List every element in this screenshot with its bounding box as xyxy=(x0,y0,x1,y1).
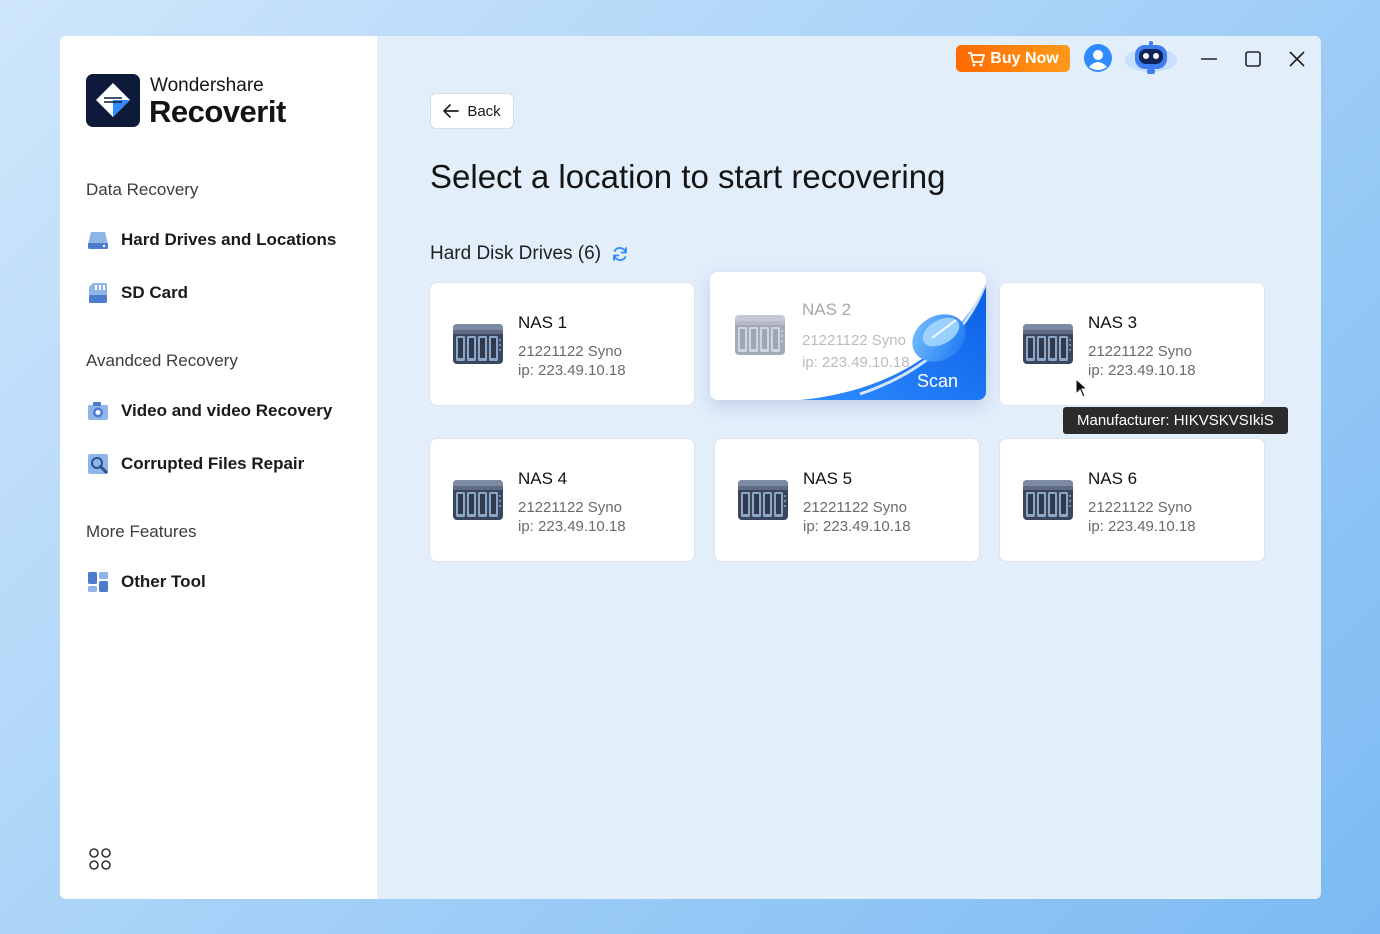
close-icon[interactable] xyxy=(1284,46,1310,72)
maximize-icon[interactable] xyxy=(1240,46,1266,72)
sidebar-item-label: Corrupted Files Repair xyxy=(121,454,305,473)
device-model: 21221122 Syno xyxy=(518,499,622,516)
back-label: Back xyxy=(467,102,501,120)
device-ip: ip: 223.49.10.18 xyxy=(1088,362,1196,379)
sd-card-icon xyxy=(86,281,110,305)
back-button[interactable]: Back xyxy=(430,93,514,129)
recoverit-logo-icon xyxy=(86,74,140,127)
sidebar-item-label: Hard Drives and Locations xyxy=(121,230,337,249)
nas-drive-icon xyxy=(1022,477,1074,523)
nas-drive-icon xyxy=(452,477,504,523)
repair-icon xyxy=(86,452,110,476)
tools-icon xyxy=(86,570,110,594)
camera-icon xyxy=(86,399,110,423)
user-avatar-icon[interactable] xyxy=(1084,44,1112,72)
minimize-icon[interactable] xyxy=(1196,46,1222,72)
app-window: Wondershare Recoverit Data Recovery Hard… xyxy=(60,36,1321,899)
device-name: NAS 1 xyxy=(518,313,568,332)
section-data-recovery: Data Recovery xyxy=(86,180,199,199)
device-name: NAS 5 xyxy=(803,469,853,488)
device-card-nas-6[interactable]: NAS 6 21221122 Syno ip: 223.49.10.18 xyxy=(999,438,1265,562)
section-more-features: More Features xyxy=(86,522,197,541)
nas-drive-icon xyxy=(452,321,504,367)
brand-product: Recoverit xyxy=(149,94,286,129)
device-ip: ip: 223.49.10.18 xyxy=(802,354,910,371)
sidebar-item-sd-card[interactable]: SD Card xyxy=(86,278,188,308)
sidebar-item-label: Video and video Recovery xyxy=(121,401,333,420)
mouse-cursor-icon xyxy=(1075,378,1089,398)
sidebar: Wondershare Recoverit Data Recovery Hard… xyxy=(60,36,377,899)
device-model: 21221122 Syno xyxy=(802,332,906,349)
device-name: NAS 2 xyxy=(802,300,852,319)
device-card-nas-2[interactable]: NAS 2 21221122 Syno ip: 223.49.10.18 Sca… xyxy=(710,272,986,400)
device-model: 21221122 Syno xyxy=(1088,343,1192,360)
sidebar-item-label: Other Tool xyxy=(121,572,206,591)
scan-button[interactable]: Scan xyxy=(917,371,958,392)
sidebar-item-video-recovery[interactable]: Video and video Recovery xyxy=(86,396,332,426)
nas-drive-icon xyxy=(737,477,789,523)
device-name: NAS 3 xyxy=(1088,313,1138,332)
ai-assistant-robot-icon[interactable] xyxy=(1124,40,1178,76)
hard-drive-icon xyxy=(86,228,110,252)
buy-now-label: Buy Now xyxy=(990,49,1059,67)
device-ip: ip: 223.49.10.18 xyxy=(518,362,626,379)
device-card-nas-1[interactable]: NAS 1 21221122 Syno ip: 223.49.10.18 xyxy=(429,282,695,406)
apps-grid-icon[interactable] xyxy=(88,847,112,871)
manufacturer-tooltip: Manufacturer: HIKVSKVSIkiS xyxy=(1063,407,1288,434)
page-title: Select a location to start recovering xyxy=(430,158,946,195)
device-ip: ip: 223.49.10.18 xyxy=(1088,518,1196,535)
nas-drive-icon xyxy=(1022,321,1074,367)
device-model: 21221122 Syno xyxy=(803,499,907,516)
sidebar-item-hard-drives[interactable]: Hard Drives and Locations xyxy=(86,225,336,255)
device-ip: ip: 223.49.10.18 xyxy=(803,518,911,535)
section-advanced-recovery: Avandced Recovery xyxy=(86,351,238,370)
nas-drive-icon xyxy=(734,312,786,358)
device-ip: ip: 223.49.10.18 xyxy=(518,518,626,535)
device-model: 21221122 Syno xyxy=(518,343,622,360)
device-card-nas-3[interactable]: NAS 3 21221122 Syno ip: 223.49.10.18 xyxy=(999,282,1265,406)
device-card-nas-5[interactable]: NAS 5 21221122 Syno ip: 223.49.10.18 xyxy=(714,438,980,562)
group-title: Hard Disk Drives (6) xyxy=(430,243,602,264)
sidebar-item-corrupted-files-repair[interactable]: Corrupted Files Repair xyxy=(86,449,304,479)
arrow-left-icon xyxy=(443,104,460,118)
device-name: NAS 4 xyxy=(518,469,568,488)
buy-now-button[interactable]: Buy Now xyxy=(956,45,1070,72)
device-card-nas-4[interactable]: NAS 4 21221122 Syno ip: 223.49.10.18 xyxy=(429,438,695,562)
device-model: 21221122 Syno xyxy=(1088,499,1192,516)
refresh-icon[interactable] xyxy=(612,246,628,262)
sidebar-item-other-tool[interactable]: Other Tool xyxy=(86,567,206,597)
sidebar-item-label: SD Card xyxy=(121,283,189,302)
group-header: Hard Disk Drives (6) xyxy=(430,243,628,265)
device-name: NAS 6 xyxy=(1088,469,1138,488)
cart-icon xyxy=(968,51,986,66)
